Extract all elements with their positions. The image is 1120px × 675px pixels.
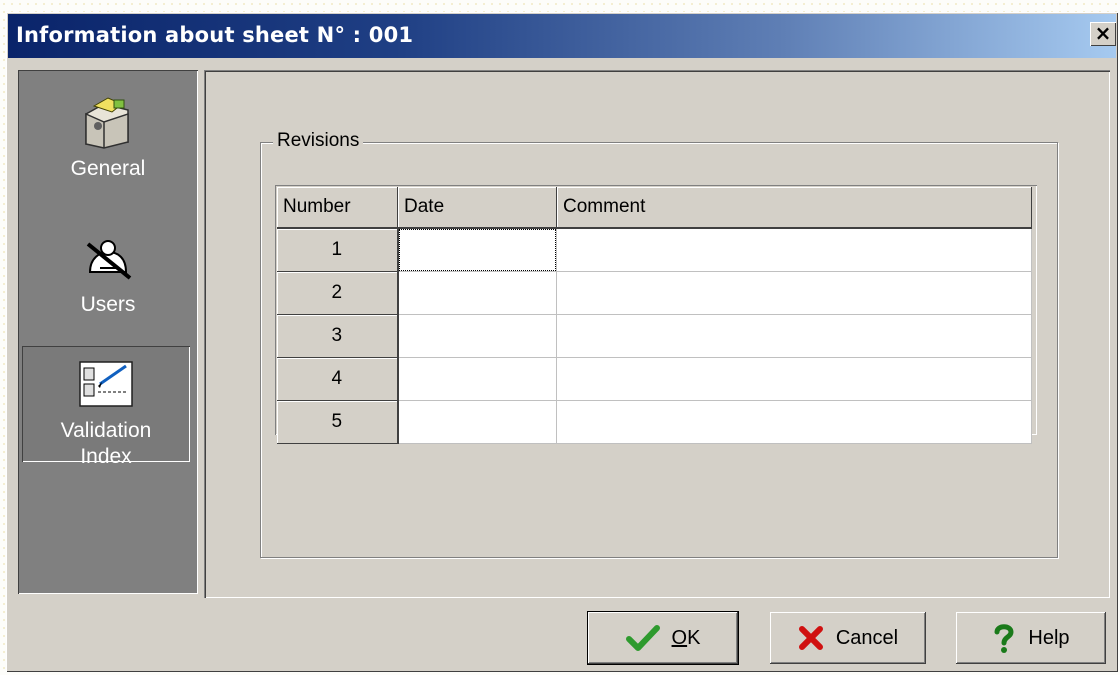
users-icon: [86, 240, 132, 280]
date-cell[interactable]: [397, 228, 557, 272]
row-number-cell[interactable]: 4: [277, 357, 399, 401]
date-cell[interactable]: [397, 271, 557, 315]
row-number-cell[interactable]: 5: [277, 400, 399, 444]
comment-cell[interactable]: [556, 357, 1032, 401]
window-title: Information about sheet N° : 001: [16, 23, 414, 47]
sidebar-item-label: General: [70, 157, 146, 180]
table-row: 2: [277, 271, 1032, 315]
row-number-cell[interactable]: 1: [277, 228, 399, 272]
table-row: 1: [277, 228, 1032, 272]
sidebar-item-label-line2: Index: [80, 445, 132, 468]
help-button[interactable]: Help: [956, 612, 1106, 664]
ok-button[interactable]: OK: [587, 611, 739, 665]
red-x-icon: [798, 626, 823, 650]
revisions-table: Number Date Comment 1 2 3 4 5: [277, 187, 1032, 444]
column-header-comment[interactable]: Comment: [556, 187, 1032, 229]
close-icon: ×: [1094, 21, 1112, 45]
sidebar-item-label: Validation: [60, 419, 152, 442]
validation-index-icon: [79, 361, 133, 407]
ok-mnemonic: O: [671, 626, 688, 649]
sidebar-item-general[interactable]: General: [18, 84, 198, 202]
ok-label: OK: [672, 627, 701, 650]
comment-cell[interactable]: [556, 314, 1032, 358]
sidebar-item-validation-index[interactable]: Validation Index: [22, 346, 190, 468]
ok-label-rest: K: [687, 626, 701, 649]
checkmark-icon: [625, 625, 660, 651]
revisions-group-label: Revisions: [273, 130, 364, 152]
cancel-button[interactable]: Cancel: [770, 612, 926, 664]
row-number-cell[interactable]: 2: [277, 271, 399, 315]
question-mark-icon: [994, 624, 1014, 653]
revisions-groupbox: Revisions Number Date Comment 1 2 3 4 5: [260, 130, 1058, 558]
info-dialog: Information about sheet N° : 001 × Gener…: [6, 12, 1118, 672]
column-header-date[interactable]: Date: [397, 187, 557, 229]
row-number-cell[interactable]: 3: [277, 314, 399, 358]
comment-cell[interactable]: [556, 228, 1032, 272]
table-header-row: Number Date Comment: [277, 187, 1032, 229]
close-button[interactable]: ×: [1090, 22, 1116, 46]
title-bar[interactable]: Information about sheet N° : 001 ×: [8, 14, 1116, 58]
column-header-number[interactable]: Number: [277, 187, 398, 229]
cancel-label: Cancel: [835, 626, 899, 649]
date-cell[interactable]: [397, 400, 557, 444]
sidebar-item-label: Users: [80, 293, 136, 316]
table-row: 5: [277, 400, 1032, 444]
table-row: 4: [277, 357, 1032, 401]
comment-cell[interactable]: [556, 400, 1032, 444]
help-label: Help: [1028, 626, 1070, 649]
sidebar-item-users[interactable]: Users: [18, 220, 198, 338]
date-cell[interactable]: [397, 314, 557, 358]
folder-icon: [85, 97, 129, 149]
date-cell[interactable]: [397, 357, 557, 401]
sidebar-nav: General Users Validation Index: [18, 70, 198, 594]
content-panel: Revisions Number Date Comment 1 2 3 4 5: [204, 70, 1110, 598]
table-row: 3: [277, 314, 1032, 358]
comment-cell[interactable]: [556, 271, 1032, 315]
revisions-grid: Number Date Comment 1 2 3 4 5: [275, 185, 1037, 444]
